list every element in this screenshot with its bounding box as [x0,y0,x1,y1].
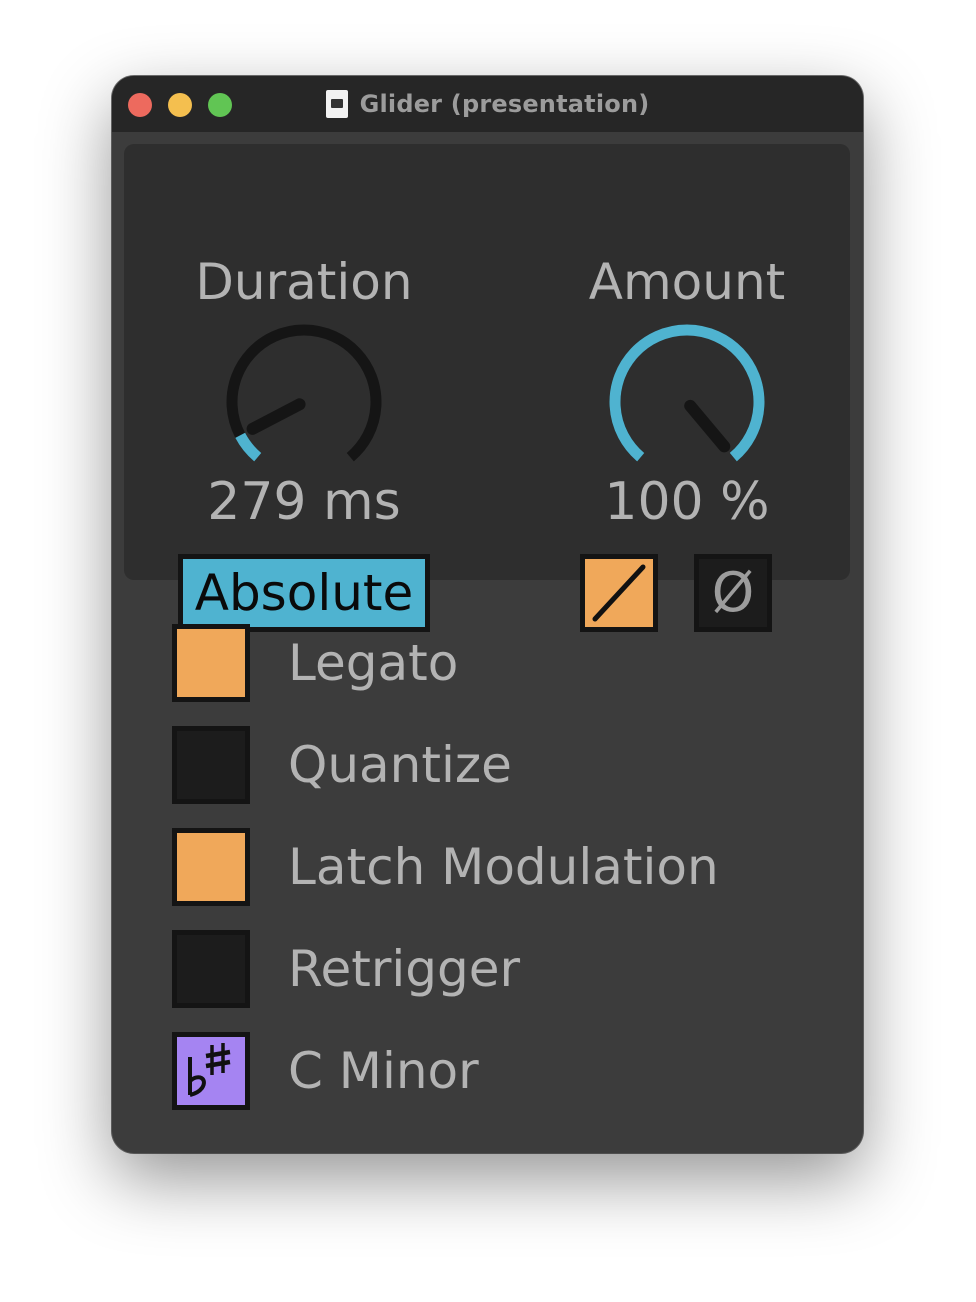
diagonal-line-icon [592,564,646,622]
duration-value: 279 ms [207,472,401,532]
quantize-toggle-face [177,731,245,799]
retrigger-label: Retrigger [288,940,521,998]
legato-toggle-face [177,629,245,697]
amount-label: Amount [588,253,786,311]
latch-modulation-label: Latch Modulation [288,838,719,896]
amount-knob-pointer [684,399,731,453]
latch-modulation-toggle-face [177,833,245,901]
quantize-toggle-row[interactable]: Quantize [172,726,512,804]
scale-toggle-row[interactable]: C Minor [172,1032,479,1110]
duration-knob-fill [235,432,262,462]
duration-knob-pointer [246,398,306,435]
retrigger-toggle-row[interactable]: Retrigger [172,930,520,1008]
glider-window: Glider (presentation) Duration 279 ms Ab… [112,76,863,1153]
window-title: Glider (presentation) [359,90,650,118]
scale-toggle[interactable] [172,1032,250,1110]
duration-knob[interactable] [222,320,386,484]
scale-toggle-face [177,1037,245,1105]
window-title-group: Glider (presentation) [112,76,863,132]
max-patch-file-icon [325,90,348,118]
latch-modulation-toggle[interactable] [172,828,250,906]
amount-knob[interactable] [605,320,769,484]
retrigger-toggle[interactable] [172,930,250,1008]
phase-invert-face: Ø [699,559,767,627]
curve-toggle-button[interactable] [580,554,658,632]
latch-modulation-toggle-row[interactable]: Latch Modulation [172,828,719,906]
duration-mode-button[interactable]: Absolute [178,554,430,632]
duration-mode-label: Absolute [183,559,425,627]
flat-sharp-icon [188,1043,231,1097]
quantize-label: Quantize [288,736,512,794]
scale-label: C Minor [288,1042,479,1100]
retrigger-toggle-face [177,935,245,1003]
legato-toggle-row[interactable]: Legato [172,624,458,702]
title-bar[interactable]: Glider (presentation) [112,76,863,132]
quantize-toggle[interactable] [172,726,250,804]
knob-panel: Duration 279 ms Absolute Amount 100 % Ø [124,144,850,632]
amount-value: 100 % [604,472,770,532]
legato-toggle[interactable] [172,624,250,702]
curve-toggle-face [585,559,653,627]
duration-label: Duration [195,253,413,311]
phase-invert-button[interactable]: Ø [694,554,772,632]
phase-invert-icon: Ø [711,561,755,624]
legato-label: Legato [288,634,459,692]
duration-knob-track [226,324,382,462]
amount-knob-fill [609,324,765,462]
